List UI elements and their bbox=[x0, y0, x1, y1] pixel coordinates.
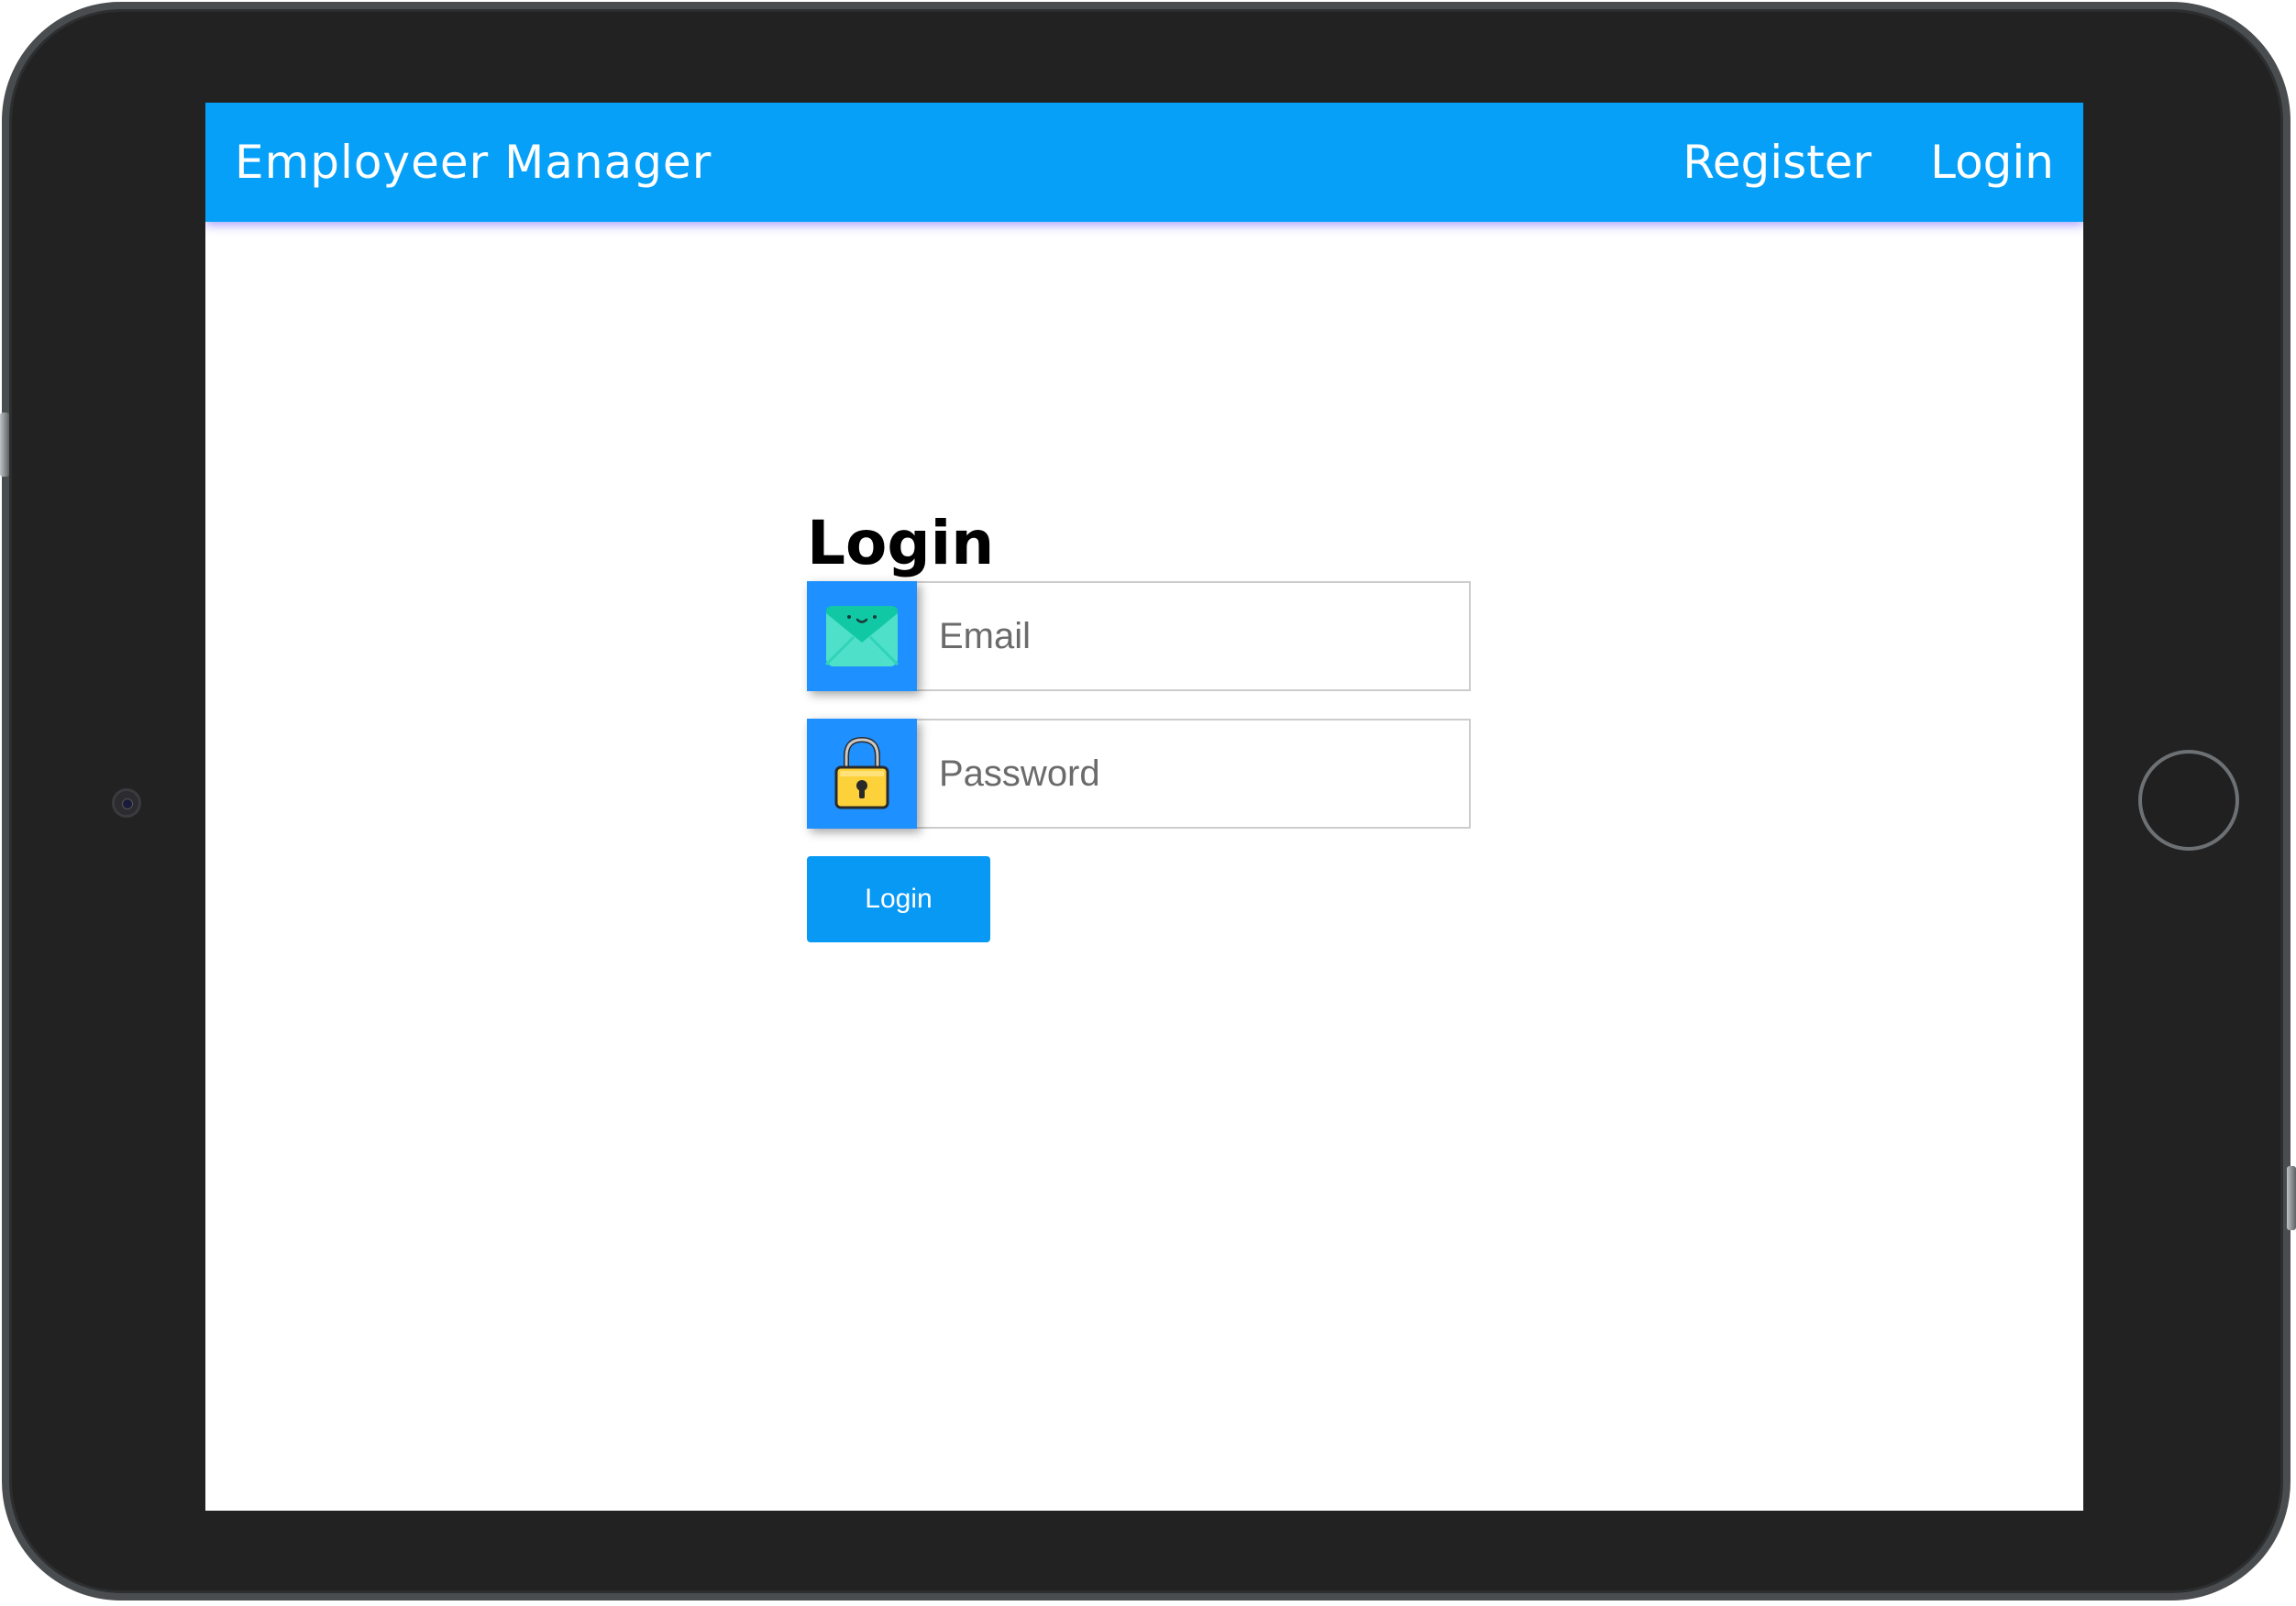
brand-title[interactable]: Employeer Manager bbox=[235, 136, 712, 189]
login-submit-button[interactable]: Login bbox=[807, 856, 990, 942]
password-field[interactable] bbox=[917, 719, 1471, 829]
navbar: Employeer Manager Register Login bbox=[205, 103, 2083, 222]
power-button bbox=[2287, 1166, 2296, 1230]
form-title: Login bbox=[807, 508, 995, 578]
front-camera bbox=[112, 788, 141, 818]
email-field[interactable] bbox=[917, 581, 1471, 691]
nav-register-link[interactable]: Register bbox=[1683, 136, 1871, 189]
email-icon-box bbox=[807, 581, 917, 691]
password-icon-box bbox=[807, 719, 917, 829]
password-row bbox=[807, 719, 1471, 829]
login-form: Login Email Login bbox=[807, 506, 1471, 942]
envelope-icon bbox=[824, 606, 900, 666]
screen: Employeer Manager Register Login Login E… bbox=[205, 103, 2083, 1511]
nav-login-link[interactable]: Login bbox=[1930, 136, 2054, 189]
volume-button bbox=[0, 412, 9, 477]
home-button[interactable] bbox=[2138, 750, 2239, 851]
nav-links: Register Login bbox=[1683, 136, 2054, 189]
email-row bbox=[807, 581, 1471, 691]
padlock-icon bbox=[834, 736, 889, 809]
